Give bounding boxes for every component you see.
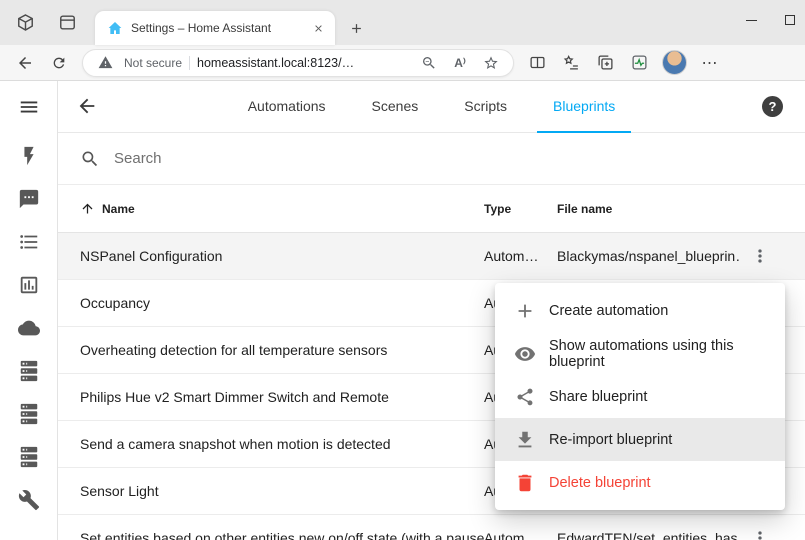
menu-item-reimport-blueprint[interactable]: Re-import blueprint: [495, 418, 785, 461]
favorite-star-icon[interactable]: [479, 51, 503, 75]
collections-icon[interactable]: [590, 49, 620, 77]
tab-automations[interactable]: Automations: [232, 81, 342, 133]
server-icon[interactable]: [17, 402, 41, 426]
menu-item-share-blueprint[interactable]: Share blueprint: [495, 375, 785, 418]
tab-scripts[interactable]: Scripts: [448, 81, 523, 133]
logbook-icon[interactable]: [17, 230, 41, 254]
energy-icon[interactable]: [17, 144, 41, 168]
server-icon[interactable]: [17, 359, 41, 383]
column-type[interactable]: Type: [484, 202, 557, 216]
tab-preview-icon[interactable]: [56, 12, 78, 34]
maximize-button[interactable]: [785, 15, 795, 25]
profile-avatar[interactable]: [662, 50, 687, 75]
ha-topbar: Automations Scenes Scripts Blueprints ?: [58, 81, 805, 133]
address-bar[interactable]: Not secure homeassistant.local:8123/… A⁾: [82, 49, 514, 77]
blueprint-context-menu: Create automation Show automations using…: [495, 283, 785, 510]
minimize-button[interactable]: [746, 20, 757, 21]
back-icon[interactable]: [10, 49, 40, 77]
menu-item-create-automation[interactable]: Create automation: [495, 289, 785, 332]
refresh-icon[interactable]: [44, 49, 74, 77]
search-input[interactable]: [114, 150, 534, 167]
server-icon[interactable]: [17, 445, 41, 469]
sort-up-icon: [80, 201, 95, 216]
ha-sidebar: [0, 81, 58, 540]
tab-close-icon[interactable]: [309, 19, 327, 37]
help-icon[interactable]: ?: [762, 96, 783, 117]
search-icon: [80, 149, 100, 169]
browser-tab[interactable]: Settings – Home Assistant: [95, 11, 335, 45]
browser-navbar: Not secure homeassistant.local:8123/… A⁾…: [0, 45, 805, 81]
menu-item-show-automations[interactable]: Show automations using this blueprint: [495, 332, 785, 375]
column-name[interactable]: Name: [80, 201, 484, 216]
new-tab-button[interactable]: [343, 15, 369, 41]
cloud-icon[interactable]: [17, 316, 41, 340]
eye-icon: [513, 342, 537, 366]
trash-icon: [513, 471, 537, 495]
search-row: [58, 133, 805, 185]
address-divider: [189, 56, 190, 70]
assist-icon[interactable]: [17, 187, 41, 211]
share-icon: [513, 385, 537, 409]
tab-scenes[interactable]: Scenes: [356, 81, 435, 133]
plus-icon: [513, 299, 537, 323]
column-file[interactable]: File name: [557, 202, 740, 216]
table-header: Name Type File name: [58, 185, 805, 233]
tab-title: Settings – Home Assistant: [131, 21, 301, 35]
split-screen-icon[interactable]: [522, 49, 552, 77]
zoom-out-icon[interactable]: [417, 51, 441, 75]
not-secure-warning-icon: [93, 51, 117, 75]
table-row[interactable]: NSPanel Configuration Autom… Blackymas/n…: [58, 233, 805, 280]
tools-icon[interactable]: [17, 488, 41, 512]
more-icon[interactable]: ⋯: [695, 49, 725, 77]
ha-back-icon[interactable]: [76, 95, 98, 117]
home-assistant-favicon: [107, 20, 123, 36]
read-aloud-icon[interactable]: A⁾: [448, 51, 472, 75]
workspaces-icon[interactable]: [14, 12, 36, 34]
menu-item-delete-blueprint[interactable]: Delete blueprint: [495, 461, 785, 504]
row-overflow-menu-icon[interactable]: [750, 528, 770, 540]
favorites-hub-icon[interactable]: [556, 49, 586, 77]
table-row[interactable]: Set entities based on other entities new…: [58, 515, 805, 540]
tab-blueprints[interactable]: Blueprints: [537, 81, 631, 133]
history-icon[interactable]: [17, 273, 41, 297]
row-overflow-menu-icon[interactable]: [750, 246, 770, 266]
url-text[interactable]: homeassistant.local:8123/…: [197, 56, 410, 70]
browser-titlebar: Settings – Home Assistant: [0, 0, 805, 45]
essentials-icon[interactable]: [624, 49, 654, 77]
window-controls: [746, 0, 795, 40]
menu-icon[interactable]: [17, 95, 41, 119]
download-icon: [513, 428, 537, 452]
security-label[interactable]: Not secure: [124, 56, 182, 70]
